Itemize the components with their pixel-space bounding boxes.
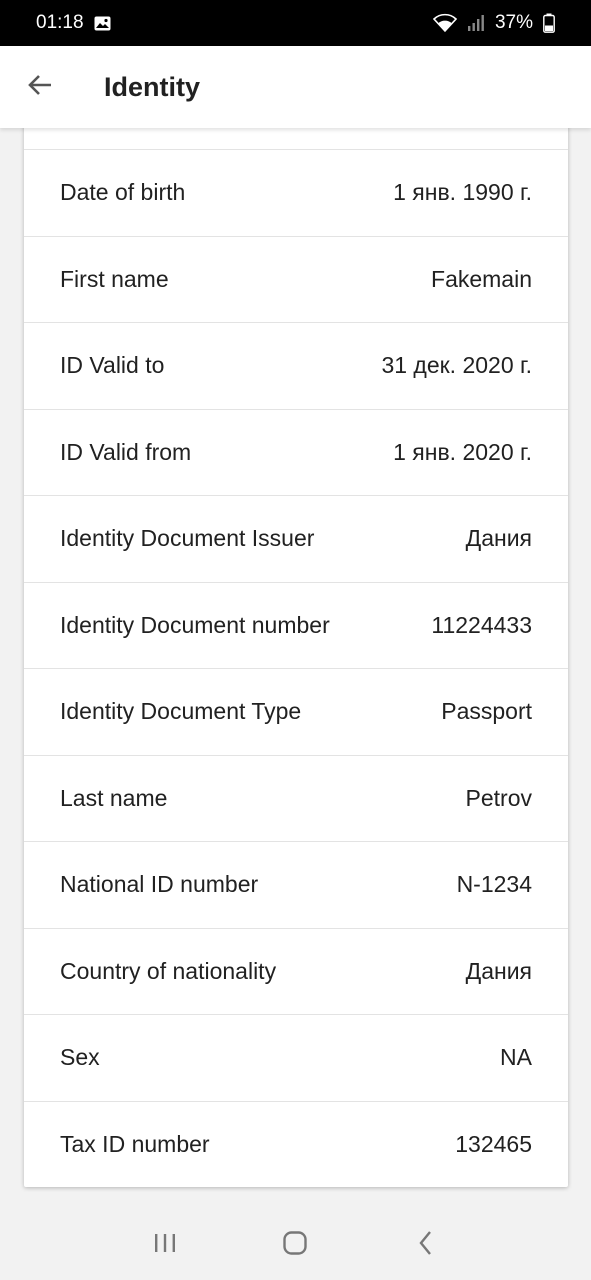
field-label: First name xyxy=(60,265,169,292)
identity-field-row: Tax ID number 132465 xyxy=(24,1102,568,1189)
field-label: ID Valid to xyxy=(60,352,165,379)
system-back-button[interactable] xyxy=(396,1216,456,1276)
status-time: 01:18 xyxy=(36,12,84,33)
back-button[interactable] xyxy=(0,46,80,128)
identity-field-row: Country of nationality Дания xyxy=(24,929,568,1015)
app-bar: Identity xyxy=(0,46,591,128)
identity-field-row: First name Fakemain xyxy=(24,237,568,323)
field-label: Date of birth xyxy=(60,179,186,206)
status-bar-right: 37% xyxy=(432,12,555,34)
recents-button[interactable] xyxy=(135,1216,195,1276)
field-value: Дания xyxy=(465,957,532,984)
wifi-icon xyxy=(432,13,457,33)
identity-field-row: Identity Document number 11224433 xyxy=(24,583,568,669)
back-arrow-icon xyxy=(27,72,53,103)
field-label: Identity Document number xyxy=(60,611,330,638)
field-value: Fakemain xyxy=(431,265,532,292)
content-scroll-area[interactable]: Date of birth 1 янв. 1990 г. First name Fak… xyxy=(0,128,591,1211)
battery-icon xyxy=(543,13,555,33)
card-top-edge xyxy=(24,128,568,150)
image-icon xyxy=(94,16,111,31)
back-icon xyxy=(416,1230,436,1261)
status-bar: 01:18 37% xyxy=(0,0,591,46)
battery-percent: 37% xyxy=(494,12,533,33)
field-value: NA xyxy=(500,1044,532,1071)
field-label: Identity Document Issuer xyxy=(60,525,315,552)
home-button[interactable] xyxy=(265,1216,325,1276)
field-value: Passport xyxy=(441,698,532,725)
field-label: Tax ID number xyxy=(60,1131,210,1158)
identity-field-list: Date of birth 1 янв. 1990 г. First name Fak… xyxy=(24,150,568,1188)
field-value: 31 дек. 2020 г. xyxy=(381,352,532,379)
home-icon xyxy=(282,1230,308,1261)
signal-icon xyxy=(467,14,485,32)
field-value: 1 янв. 2020 г. xyxy=(393,438,532,465)
recents-icon xyxy=(152,1232,178,1259)
identity-field-row: Last name Petrov xyxy=(24,756,568,842)
page-title: Identity xyxy=(104,71,201,102)
identity-field-row: Identity Document Issuer Дания xyxy=(24,496,568,583)
identity-field-row: National ID number N-1234 xyxy=(24,842,568,929)
field-label: National ID number xyxy=(60,871,259,898)
field-value: Petrov xyxy=(465,784,532,811)
identity-field-row: Date of birth 1 янв. 1990 г. xyxy=(24,150,568,237)
field-label: Country of nationality xyxy=(60,957,277,984)
identity-field-row: ID Valid to 31 дек. 2020 г. xyxy=(24,323,568,410)
field-value: N-1234 xyxy=(456,871,532,898)
field-label: ID Valid from xyxy=(60,438,192,465)
field-value: Дания xyxy=(465,525,532,552)
field-value: 132465 xyxy=(455,1131,532,1158)
identity-field-row: ID Valid from 1 янв. 2020 г. xyxy=(24,410,568,496)
status-bar-left: 01:18 xyxy=(36,12,111,34)
identity-field-row: Sex NA xyxy=(24,1015,568,1102)
field-value: 11224433 xyxy=(431,611,532,638)
field-value: 1 янв. 1990 г. xyxy=(393,179,532,206)
identity-field-row: Identity Document Type Passport xyxy=(24,669,568,756)
system-nav-bar xyxy=(0,1211,591,1280)
field-label: Sex xyxy=(60,1044,100,1071)
field-label: Last name xyxy=(60,784,168,811)
identity-details-card: Date of birth 1 янв. 1990 г. First name Fak… xyxy=(24,128,568,1187)
field-label: Identity Document Type xyxy=(60,698,302,725)
